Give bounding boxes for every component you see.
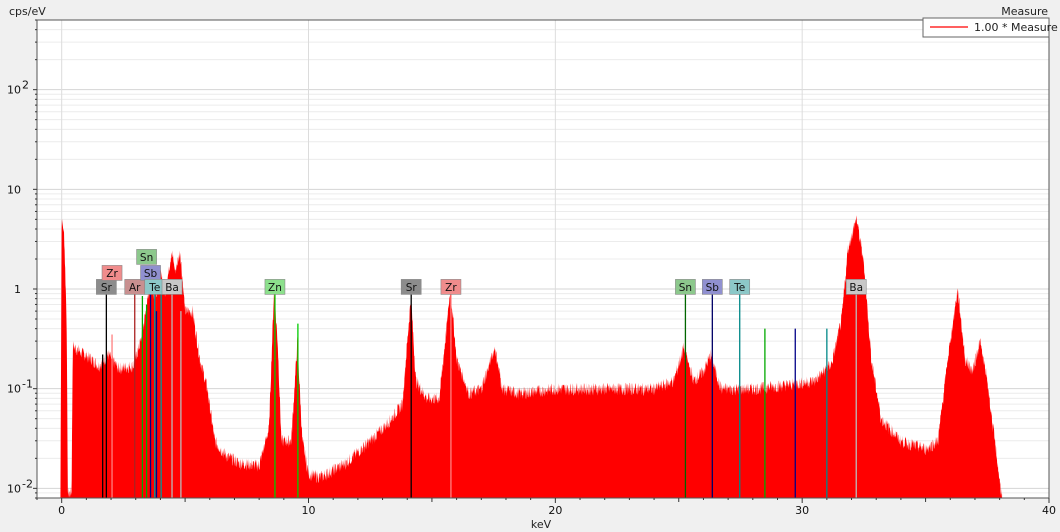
y-tick-label: 10 xyxy=(7,183,21,196)
element-label-text: Zr xyxy=(445,282,457,294)
element-label-zn[interactable]: Zn xyxy=(264,279,286,295)
element-label-text: Ar xyxy=(129,282,141,294)
element-label-text: Ba xyxy=(849,282,863,294)
element-label-text: Sb xyxy=(144,268,158,280)
element-label-sn[interactable]: Sn xyxy=(675,279,696,295)
element-label-sn[interactable]: Sn xyxy=(136,249,157,265)
element-label-zr[interactable]: Zr xyxy=(101,265,123,281)
element-label-text: Te xyxy=(733,282,745,294)
element-label-text: Sr xyxy=(101,282,113,294)
element-label-text: Sr xyxy=(406,282,418,294)
y-tick-exponent: 2 xyxy=(22,79,29,92)
element-label-text: Ba xyxy=(165,282,179,294)
x-tick-label: 30 xyxy=(795,504,809,517)
y-tick-exponent: -1 xyxy=(22,378,33,391)
y-tick-label: 1 xyxy=(14,283,21,296)
element-label-text: Zn xyxy=(268,282,282,294)
chart-title: Measure xyxy=(1001,5,1048,18)
x-axis-label: keV xyxy=(531,518,552,531)
element-label-ba[interactable]: Ba xyxy=(845,279,867,295)
x-tick-label: 20 xyxy=(548,504,562,517)
element-label-ar[interactable]: Ar xyxy=(124,279,146,295)
legend-entry-label: 1.00 * Measure xyxy=(974,21,1058,34)
element-label-sr[interactable]: Sr xyxy=(400,279,422,295)
element-label-text: Zr xyxy=(106,268,118,280)
element-label-text: Te xyxy=(148,282,160,294)
element-label-sr[interactable]: Sr xyxy=(96,279,117,295)
y-tick-label: 10 xyxy=(7,383,21,396)
y-axis-label: cps/eV xyxy=(9,5,46,18)
y-tick-label: 10 xyxy=(7,84,21,97)
element-label-ba[interactable]: Ba xyxy=(161,279,183,295)
element-label-text: Sn xyxy=(140,252,153,264)
y-tick-label: 10 xyxy=(7,482,21,495)
spectrum-chart: SrZrArSnSbTe Ba Zn Sr Zr Sn Sb Te Ba 10 -210 -1110… xyxy=(0,0,1060,532)
legend[interactable]: 1.00 * Measure xyxy=(922,17,1058,38)
element-label-sb[interactable]: Sb xyxy=(140,265,161,281)
element-label-te[interactable]: Te xyxy=(729,279,751,295)
element-label-text: Sn xyxy=(679,282,692,294)
x-tick-label: 40 xyxy=(1042,504,1056,517)
element-label-sb[interactable]: Sb xyxy=(702,279,723,295)
spectrum-chart-window: Sr Zr Ar Sn Sb Te Ba Zn Sr Zr Sn Sb Te Ba 10 -2 10 -1 1 10… xyxy=(0,0,1060,532)
x-tick-label: 10 xyxy=(302,504,316,517)
x-tick-label: 0 xyxy=(58,504,65,517)
element-label-zr[interactable]: Zr xyxy=(440,279,462,295)
y-tick-exponent: -2 xyxy=(22,477,33,490)
element-label-text: Sb xyxy=(706,282,720,294)
